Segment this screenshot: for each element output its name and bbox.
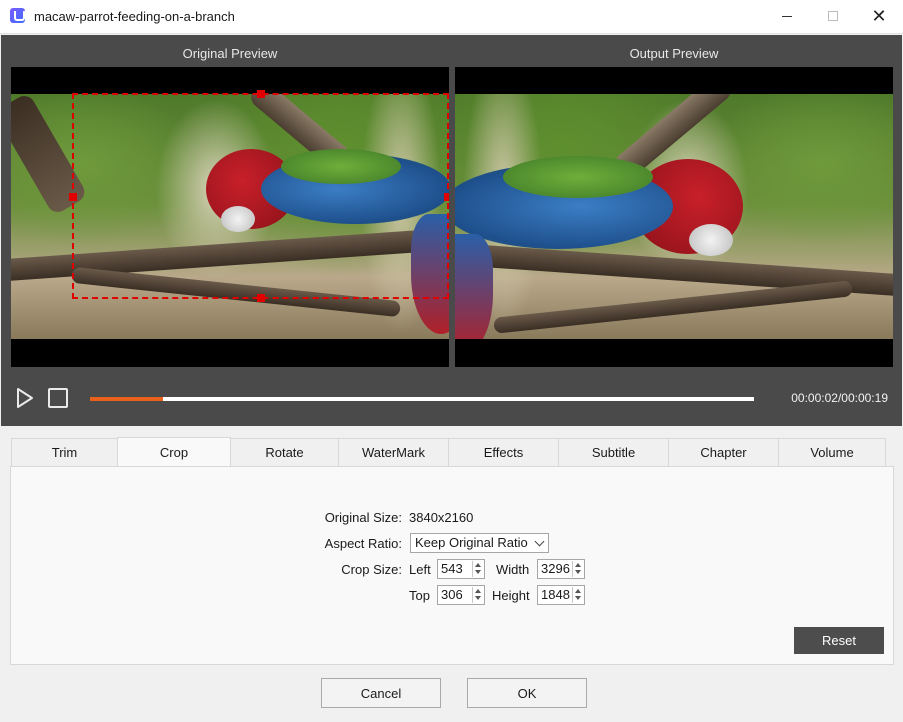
height-value: 1848 — [541, 587, 570, 602]
window-title: macaw-parrot-feeding-on-a-branch — [34, 9, 235, 24]
preview-area: Original Preview Output Preview 00:00:02… — [1, 35, 902, 426]
minimize-icon — [782, 15, 792, 17]
stop-icon[interactable] — [48, 388, 68, 408]
tab-trim[interactable]: Trim — [11, 438, 118, 466]
crop-size-label: Crop Size: — [341, 562, 402, 577]
maximize-icon — [828, 11, 838, 21]
output-preview-pane — [455, 67, 893, 367]
tab-label: Rotate — [265, 445, 304, 460]
ok-button[interactable]: OK — [467, 678, 587, 708]
aspect-ratio-select[interactable]: Keep Original Ratio — [410, 533, 549, 553]
cancel-button[interactable]: Cancel — [321, 678, 441, 708]
arrow-down-icon[interactable] — [575, 596, 581, 600]
arrow-down-icon[interactable] — [475, 596, 481, 600]
left-label: Left — [409, 562, 431, 577]
play-icon[interactable] — [15, 387, 35, 409]
tab-label: WaterMark — [361, 445, 426, 460]
original-size-value: 3840x2160 — [409, 510, 474, 525]
height-stepper[interactable]: 1848 — [537, 585, 585, 605]
tab-label: Crop — [159, 445, 189, 460]
progress-fill — [90, 397, 164, 401]
arrow-up-icon[interactable] — [475, 589, 481, 593]
video-frame-output — [455, 94, 893, 339]
tab-volume[interactable]: Volume — [778, 438, 886, 466]
left-value: 543 — [441, 561, 463, 576]
tab-label: Volume — [810, 445, 854, 460]
crop-handle-bottom[interactable] — [257, 294, 265, 302]
minimize-button[interactable] — [764, 0, 810, 32]
close-icon: ✕ — [871, 6, 887, 26]
tab-crop[interactable]: Crop — [117, 437, 231, 466]
width-label: Width — [496, 562, 530, 577]
arrow-up-icon[interactable] — [575, 589, 581, 593]
stepper-arrows[interactable] — [472, 587, 483, 603]
crop-handle-left[interactable] — [69, 193, 77, 201]
crop-handle-right[interactable] — [444, 193, 449, 201]
tab-chapter[interactable]: Chapter — [668, 438, 779, 466]
tab-rotate[interactable]: Rotate — [230, 438, 339, 466]
aspect-ratio-value: Keep Original Ratio — [415, 535, 528, 550]
original-size-label: Original Size: — [324, 510, 402, 525]
top-label: Top — [409, 588, 430, 603]
chevron-down-icon — [534, 536, 545, 547]
arrow-up-icon[interactable] — [575, 563, 581, 567]
top-stepper[interactable]: 306 — [437, 585, 485, 605]
height-label: Height — [492, 588, 530, 603]
tab-label: Effects — [483, 445, 524, 460]
tab-label: Chapter — [700, 445, 747, 460]
arrow-up-icon[interactable] — [475, 563, 481, 567]
original-preview-pane — [11, 67, 449, 367]
editor-tabs: Trim Crop Rotate WaterMark Effects Subti… — [11, 437, 886, 466]
app-icon — [10, 8, 25, 23]
maximize-button[interactable] — [810, 0, 856, 32]
tab-watermark[interactable]: WaterMark — [338, 438, 449, 466]
aspect-ratio-label: Aspect Ratio: — [324, 536, 402, 551]
original-preview-label: Original Preview — [182, 46, 278, 61]
output-preview-label: Output Preview — [629, 46, 719, 61]
tab-effects[interactable]: Effects — [448, 438, 559, 466]
arrow-down-icon[interactable] — [575, 570, 581, 574]
close-button[interactable]: ✕ — [856, 0, 902, 32]
title-bar: macaw-parrot-feeding-on-a-branch ✕ — [0, 0, 903, 34]
reset-button[interactable]: Reset — [794, 627, 884, 654]
stepper-arrows[interactable] — [572, 587, 583, 603]
time-display: 00:00:02/00:00:19 — [791, 391, 888, 405]
playback-progress-bar[interactable] — [90, 397, 754, 401]
tab-subtitle[interactable]: Subtitle — [558, 438, 669, 466]
arrow-down-icon[interactable] — [475, 570, 481, 574]
stepper-arrows[interactable] — [472, 561, 483, 577]
left-stepper[interactable]: 543 — [437, 559, 485, 579]
tab-label: Trim — [51, 445, 78, 460]
crop-handle-top[interactable] — [257, 90, 265, 98]
width-stepper[interactable]: 3296 — [537, 559, 585, 579]
width-value: 3296 — [541, 561, 570, 576]
tab-label: Subtitle — [591, 445, 636, 460]
crop-selection-box[interactable] — [69, 90, 449, 302]
stepper-arrows[interactable] — [572, 561, 583, 577]
crop-panel: Original Size: 3840x2160 Aspect Ratio: K… — [10, 466, 894, 665]
top-value: 306 — [441, 587, 463, 602]
